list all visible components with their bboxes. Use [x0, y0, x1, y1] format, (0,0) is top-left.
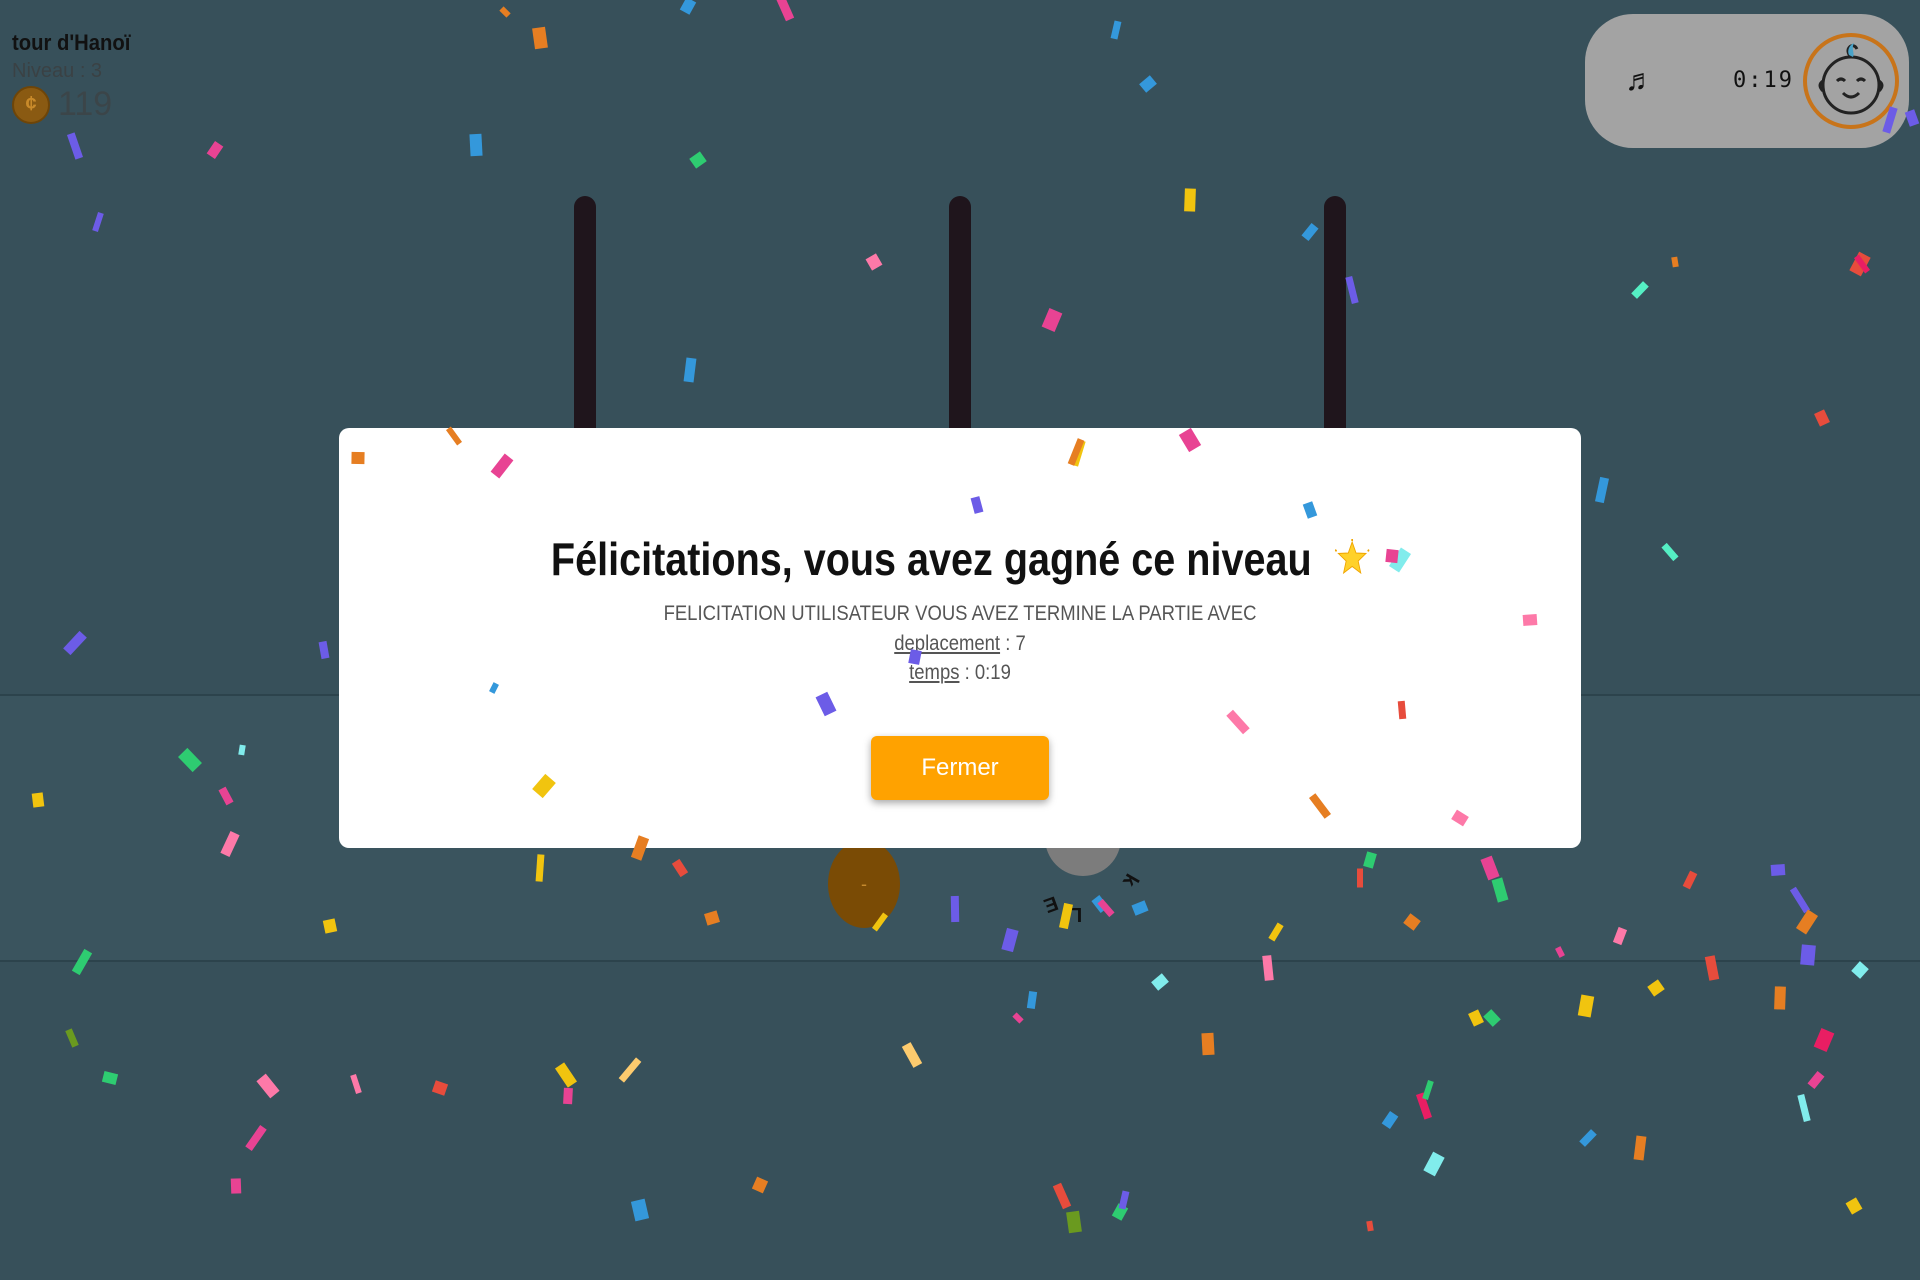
confetti-piece [63, 630, 87, 656]
confetti-piece [350, 1074, 362, 1094]
confetti-piece [1026, 991, 1038, 1009]
confetti-piece [1301, 222, 1319, 242]
confetti-piece [256, 1073, 280, 1099]
confetti-piece [1423, 1151, 1445, 1177]
close-button[interactable]: Fermer [871, 736, 1049, 800]
confetti-piece [1814, 409, 1830, 427]
confetti-piece [1851, 961, 1869, 979]
ring-letter: L [1070, 903, 1083, 925]
confetti-piece [618, 1057, 642, 1083]
top-control-bar: ♬ 0:19 [1585, 14, 1909, 148]
music-note-icon[interactable]: ♬ [1625, 64, 1655, 98]
confetti-piece [679, 0, 697, 15]
dialog-title-text: Félicitations, vous avez gagné ce niveau [550, 533, 1312, 585]
coin-counter: ¢ 119 [12, 85, 141, 124]
confetti-piece [1594, 476, 1610, 504]
confetti-piece [66, 132, 84, 160]
confetti-piece [230, 1178, 242, 1194]
confetti-piece [1201, 1032, 1215, 1056]
moves-separator: : [1005, 632, 1016, 655]
confetti-piece [1577, 994, 1595, 1018]
confetti-piece [555, 1062, 577, 1088]
baby-face-icon[interactable] [1801, 31, 1901, 131]
confetti-piece [1012, 1012, 1024, 1024]
confetti-piece [499, 6, 511, 18]
confetti-piece [751, 1176, 769, 1194]
hud: tour d'Hanoï Niveau : 3 ¢ 119 [12, 30, 141, 124]
confetti-piece [1631, 281, 1649, 299]
confetti-piece [1066, 1210, 1082, 1234]
confetti-piece [245, 1125, 267, 1151]
confetti-piece [1647, 979, 1665, 997]
confetti-piece [1052, 1182, 1072, 1210]
confetti-piece [1797, 1094, 1811, 1122]
coin-icon: ¢ [12, 85, 50, 124]
time-separator: : [964, 661, 975, 684]
confetti-piece [1041, 308, 1063, 332]
confetti-piece [101, 1070, 119, 1086]
peg-right[interactable] [1324, 196, 1346, 436]
confetti-piece [1468, 1009, 1484, 1027]
win-dialog: Félicitations, vous avez gagné ce niveau… [339, 428, 1581, 848]
confetti-piece [1849, 251, 1871, 277]
moves-value: 7 [1015, 632, 1026, 655]
confetti-piece [1579, 1129, 1597, 1147]
confetti-piece [901, 1042, 923, 1068]
confetti-piece [469, 133, 483, 157]
game-title: tour d'Hanoï [12, 30, 131, 55]
confetti-piece [683, 357, 697, 383]
level-label: Niveau : 3 [12, 60, 103, 82]
timer: 0:19 [1733, 68, 1794, 93]
confetti-piece [1483, 1009, 1501, 1027]
confetti-piece [1151, 973, 1169, 991]
confetti-piece [1422, 1080, 1434, 1100]
confetti-piece [775, 0, 795, 22]
confetti-piece [630, 1198, 650, 1222]
confetti-piece [563, 1087, 573, 1105]
confetti-piece [1671, 256, 1679, 268]
confetti-piece [92, 212, 104, 232]
confetti-piece [1366, 1220, 1374, 1232]
confetti-piece [1184, 188, 1196, 212]
time-value: 0:19 [974, 661, 1011, 684]
confetti-piece [1807, 1070, 1825, 1090]
confetti-piece [532, 26, 548, 50]
confetti-piece [431, 1080, 449, 1096]
moves-label: deplacement [894, 632, 1001, 655]
confetti-piece [206, 140, 224, 160]
confetti-piece [1633, 1135, 1647, 1161]
confetti-piece [865, 253, 883, 271]
confetti-piece [1118, 1190, 1130, 1210]
confetti-piece [1345, 276, 1359, 304]
confetti-piece [689, 151, 707, 169]
star-icon [1334, 539, 1370, 575]
confetti-piece [1110, 20, 1122, 40]
peg-middle[interactable] [949, 196, 971, 436]
confetti-piece [1111, 1203, 1129, 1221]
confetti-piece [318, 640, 330, 660]
confetti-piece [1845, 1197, 1863, 1215]
confetti-piece [1661, 542, 1679, 562]
confetti-piece [1853, 254, 1871, 274]
game-stage: tour d'Hanoï Niveau : 3 ¢ 119 ♬ 0:19 - E… [0, 0, 1920, 1280]
time-line: temps : 0:19 [414, 661, 1507, 685]
confetti-piece [1774, 986, 1786, 1010]
moves-line: deplacement : 7 [414, 632, 1507, 656]
confetti-piece [65, 1028, 79, 1048]
confetti-piece [1139, 75, 1157, 93]
confetti-piece [1813, 1028, 1835, 1052]
coin-count: 119 [58, 85, 113, 123]
time-label: temps [909, 661, 960, 684]
dialog-message: FELICITATION UTILISATEUR VOUS AVEZ TERMI… [663, 602, 1257, 625]
peg-left[interactable] [574, 196, 596, 436]
confetti-piece [1381, 1110, 1399, 1130]
dialog-title: Félicitations, vous avez gagné ce niveau [426, 532, 1494, 586]
decrease-disc-button[interactable]: - [828, 840, 900, 928]
confetti-piece [1415, 1092, 1433, 1120]
